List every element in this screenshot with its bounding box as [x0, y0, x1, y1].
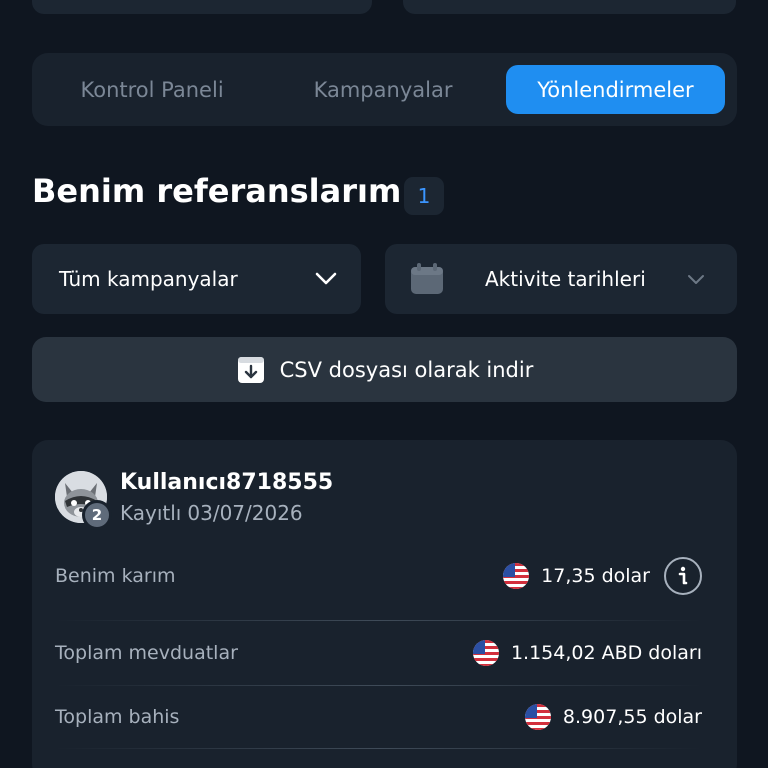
- divider: [55, 620, 702, 621]
- stat-label: Toplam bahis: [55, 706, 180, 728]
- download-icon: [237, 356, 264, 383]
- registration-info: Kayıtlı 03/07/2026: [120, 501, 303, 525]
- stat-label: Toplam mevduatlar: [55, 642, 238, 664]
- activity-date-dropdown[interactable]: Aktivite tarihleri: [385, 244, 737, 314]
- info-button[interactable]: [664, 557, 702, 595]
- level-badge: 2: [82, 500, 112, 530]
- chevron-down-icon: [688, 275, 704, 284]
- calendar-icon: [411, 263, 443, 294]
- us-flag-icon: [472, 640, 499, 666]
- campaign-filter-dropdown[interactable]: Tüm kampanyalar: [32, 244, 361, 314]
- chevron-down-icon: [315, 272, 337, 285]
- us-flag-icon: [524, 704, 551, 730]
- stat-row-total-bets: Toplam bahis 8.907,55 dolar: [55, 703, 702, 731]
- stat-value: 17,35 dolar: [541, 565, 650, 587]
- tab-dashboard[interactable]: Kontrol Paneli: [44, 65, 260, 114]
- activity-date-label: Aktivite tarihleri: [485, 267, 646, 291]
- tab-campaigns[interactable]: Kampanyalar: [260, 65, 506, 114]
- tab-referrals[interactable]: Yönlendirmeler: [505, 65, 725, 114]
- divider: [55, 748, 702, 749]
- divider: [55, 685, 702, 686]
- tab-bar: Kontrol Paneli Kampanyalar Yönlendirmele…: [32, 53, 737, 126]
- stat-value: 8.907,55 dolar: [562, 706, 702, 728]
- referral-count-badge: 1: [404, 177, 444, 215]
- download-csv-label: CSV dosyası olarak indir: [279, 357, 534, 382]
- page-title: Benim referanslarım: [32, 172, 402, 210]
- us-flag-icon: [503, 563, 530, 589]
- stat-row-total-deposits: Toplam mevduatlar 1.154,02 ABD doları: [55, 639, 702, 667]
- campaign-filter-label: Tüm kampanyalar: [59, 267, 238, 291]
- stat-value: 1.154,02 ABD doları: [510, 642, 702, 664]
- download-csv-button[interactable]: CSV dosyası olarak indir: [32, 337, 737, 402]
- registered-label: Kayıtlı: [120, 501, 182, 525]
- info-icon: [678, 566, 688, 585]
- stat-row-my-earnings: Benim karım 17,35 dolar: [55, 557, 702, 595]
- stat-label: Benim karım: [55, 565, 176, 587]
- top-summary-card-right: [403, 0, 736, 14]
- registered-date: 03/07/2026: [187, 501, 303, 525]
- top-summary-card-left: [32, 0, 372, 14]
- referral-card: 2 Kullanıcı8718555 Kayıtlı 03/07/2026 Ben…: [32, 440, 737, 768]
- referral-username: Kullanıcı8718555: [120, 470, 334, 495]
